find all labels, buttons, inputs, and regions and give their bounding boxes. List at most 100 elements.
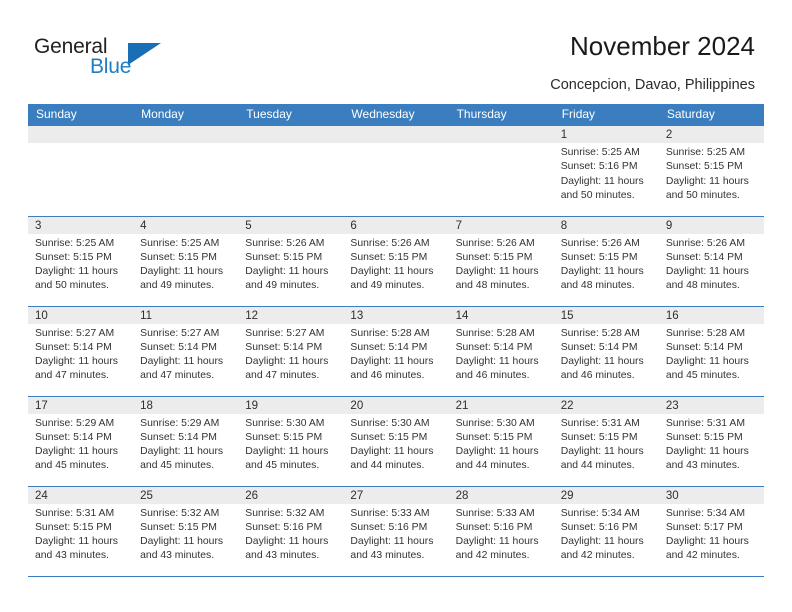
day-detail-line: and 43 minutes. xyxy=(350,550,425,562)
calendar-day: 26 Sunrise: 5:32 AM Sunset: 5:16 PM Dayligh… xyxy=(238,486,344,576)
day-detail-line: and 48 minutes. xyxy=(455,280,530,292)
day-detail-line: Sunset: 5:15 PM xyxy=(245,431,323,443)
day-detail-line: Daylight: 11 hours xyxy=(560,446,644,458)
calendar-day-cell[interactable]: 4 Sunrise: 5:25 AM Sunset: 5:15 PM Daylight… xyxy=(133,215,239,306)
calendar-day-cell[interactable]: 26 Sunrise: 5:32 AM Sunset: 5:16 PM Dayligh… xyxy=(238,485,344,577)
day-details: Sunrise: 5:27 AM Sunset: 5:14 PM Daylight:… xyxy=(238,324,343,384)
day-number: 30 xyxy=(658,486,764,504)
calendar-day-cell[interactable] xyxy=(448,126,554,216)
weekday-header-row: Sunday Monday Tuesday Wednesday Thursday… xyxy=(28,104,764,126)
day-number: 27 xyxy=(343,486,449,504)
calendar-day-cell[interactable]: 22 Sunrise: 5:31 AM Sunset: 5:15 PM Dayligh… xyxy=(553,395,659,486)
day-detail-line: Sunset: 5:15 PM xyxy=(140,521,217,533)
calendar-day: 1 Sunrise: 5:25 AM Sunset: 5:16 PM Daylight… xyxy=(553,126,659,215)
day-detail-line: Daylight: 11 hours xyxy=(35,446,118,458)
calendar-day-cell[interactable]: 29 Sunrise: 5:34 AM Sunset: 5:16 PM Dayligh… xyxy=(553,485,659,577)
calendar-day-empty xyxy=(343,126,449,215)
calendar-day-cell[interactable]: 17 Sunrise: 5:29 AM Sunset: 5:14 PM Dayligh… xyxy=(28,395,134,486)
day-number: 19 xyxy=(238,396,344,414)
day-number: 1 xyxy=(553,126,659,143)
day-detail-line: and 45 minutes. xyxy=(140,460,215,472)
day-detail-line: Daylight: 11 hours xyxy=(665,266,749,278)
calendar-day-cell[interactable]: 19 Sunrise: 5:30 AM Sunset: 5:15 PM Dayligh… xyxy=(238,395,344,486)
calendar-day-cell[interactable]: 7 Sunrise: 5:26 AM Sunset: 5:15 PM Daylight… xyxy=(448,215,554,306)
calendar-day-cell[interactable]: 20 Sunrise: 5:30 AM Sunset: 5:15 PM Dayligh… xyxy=(343,395,449,486)
calendar-table: Sunday Monday Tuesday Wednesday Thursday… xyxy=(28,104,764,577)
calendar-day-cell[interactable]: 27 Sunrise: 5:33 AM Sunset: 5:16 PM Dayligh… xyxy=(343,485,449,577)
calendar-day: 22 Sunrise: 5:31 AM Sunset: 5:15 PM Dayligh… xyxy=(553,396,659,486)
location-subtitle: Concepcion, Davao, Philippines xyxy=(550,77,755,93)
calendar-day: 2 Sunrise: 5:25 AM Sunset: 5:15 PM Daylight… xyxy=(658,126,764,215)
calendar-day-cell[interactable] xyxy=(28,126,134,216)
calendar-day-cell[interactable]: 16 Sunrise: 5:28 AM Sunset: 5:14 PM Dayligh… xyxy=(658,305,764,396)
day-detail-line: Sunrise: 5:27 AM xyxy=(245,327,325,339)
day-detail-line: Daylight: 11 hours xyxy=(140,536,224,548)
calendar-day-cell[interactable]: 23 Sunrise: 5:31 AM Sunset: 5:15 PM Dayligh… xyxy=(658,395,764,486)
day-detail-line: and 43 minutes. xyxy=(665,460,740,472)
calendar-day: 4 Sunrise: 5:25 AM Sunset: 5:15 PM Daylight… xyxy=(133,216,239,306)
day-detail-line: and 45 minutes. xyxy=(245,460,320,472)
calendar-day-cell[interactable]: 24 Sunrise: 5:31 AM Sunset: 5:15 PM Dayligh… xyxy=(28,485,134,577)
calendar-day-cell[interactable]: 6 Sunrise: 5:26 AM Sunset: 5:15 PM Daylight… xyxy=(343,215,449,306)
day-details: Sunrise: 5:30 AM Sunset: 5:15 PM Daylight:… xyxy=(238,414,343,474)
calendar-day-cell[interactable]: 2 Sunrise: 5:25 AM Sunset: 5:15 PM Daylight… xyxy=(658,126,764,216)
day-number: 20 xyxy=(343,396,449,414)
weekday-header-saturday: Saturday xyxy=(658,104,764,126)
day-number: 4 xyxy=(133,216,239,234)
calendar-body: 1 Sunrise: 5:25 AM Sunset: 5:16 PM Daylight… xyxy=(28,126,764,577)
day-details: Sunrise: 5:28 AM Sunset: 5:14 PM Daylight:… xyxy=(343,324,448,384)
day-detail-line: Sunrise: 5:32 AM xyxy=(140,507,220,519)
general-blue-logo[interactable]: General Blue xyxy=(34,36,184,86)
day-details: Sunrise: 5:31 AM Sunset: 5:15 PM Daylight:… xyxy=(659,414,764,474)
day-detail-line: Sunset: 5:14 PM xyxy=(35,431,112,443)
calendar-day-cell[interactable]: 30 Sunrise: 5:34 AM Sunset: 5:17 PM Dayligh… xyxy=(658,485,764,577)
day-detail-line: Sunrise: 5:31 AM xyxy=(560,417,640,429)
day-number: 16 xyxy=(658,306,764,324)
calendar-day-cell[interactable]: 28 Sunrise: 5:33 AM Sunset: 5:16 PM Dayligh… xyxy=(448,485,554,577)
day-detail-line: and 43 minutes. xyxy=(35,550,109,562)
calendar-day-cell[interactable]: 8 Sunrise: 5:26 AM Sunset: 5:15 PM Daylight… xyxy=(553,215,659,306)
day-detail-line: Daylight: 11 hours xyxy=(665,356,749,368)
calendar-week-row: 17 Sunrise: 5:29 AM Sunset: 5:14 PM Dayligh… xyxy=(28,395,764,486)
day-details: Sunrise: 5:30 AM Sunset: 5:15 PM Daylight:… xyxy=(449,414,554,474)
calendar-day-cell[interactable]: 15 Sunrise: 5:28 AM Sunset: 5:14 PM Dayligh… xyxy=(553,305,659,396)
day-detail-line: Sunrise: 5:30 AM xyxy=(245,417,325,429)
calendar-day: 27 Sunrise: 5:33 AM Sunset: 5:16 PM Dayligh… xyxy=(343,486,449,576)
day-detail-line: Sunset: 5:15 PM xyxy=(350,431,428,443)
calendar-day-cell[interactable]: 21 Sunrise: 5:30 AM Sunset: 5:15 PM Dayligh… xyxy=(448,395,554,486)
calendar-day-cell[interactable]: 13 Sunrise: 5:28 AM Sunset: 5:14 PM Dayligh… xyxy=(343,305,449,396)
day-details: Sunrise: 5:31 AM Sunset: 5:15 PM Daylight:… xyxy=(28,504,133,564)
day-detail-line: and 44 minutes. xyxy=(455,460,530,472)
calendar-day-cell[interactable]: 14 Sunrise: 5:28 AM Sunset: 5:14 PM Dayligh… xyxy=(448,305,554,396)
weekday-header-tuesday: Tuesday xyxy=(238,104,344,126)
day-number xyxy=(238,126,344,143)
day-detail-line: and 46 minutes. xyxy=(560,370,635,382)
calendar-day-cell[interactable]: 5 Sunrise: 5:26 AM Sunset: 5:15 PM Daylight… xyxy=(238,215,344,306)
day-detail-line: and 47 minutes. xyxy=(245,370,320,382)
calendar-day-cell[interactable]: 12 Sunrise: 5:27 AM Sunset: 5:14 PM Dayligh… xyxy=(238,305,344,396)
calendar-day-cell[interactable]: 1 Sunrise: 5:25 AM Sunset: 5:16 PM Daylight… xyxy=(553,126,659,216)
day-details: Sunrise: 5:26 AM Sunset: 5:15 PM Daylight:… xyxy=(238,234,343,294)
calendar-day: 29 Sunrise: 5:34 AM Sunset: 5:16 PM Dayligh… xyxy=(553,486,659,576)
calendar-day-cell[interactable]: 3 Sunrise: 5:25 AM Sunset: 5:15 PM Daylight… xyxy=(28,215,134,306)
day-number: 18 xyxy=(133,396,239,414)
day-detail-line: Sunrise: 5:28 AM xyxy=(665,327,745,339)
day-detail-line: Sunrise: 5:31 AM xyxy=(35,507,115,519)
calendar-day-cell[interactable] xyxy=(133,126,239,216)
calendar-day-cell[interactable] xyxy=(238,126,344,216)
day-detail-line: Sunset: 5:16 PM xyxy=(560,521,638,533)
day-number: 13 xyxy=(343,306,449,324)
day-number: 15 xyxy=(553,306,659,324)
day-detail-line: Sunset: 5:14 PM xyxy=(665,341,743,353)
triangle-icon xyxy=(128,43,161,65)
calendar-day-cell[interactable]: 9 Sunrise: 5:26 AM Sunset: 5:14 PM Daylight… xyxy=(658,215,764,306)
calendar-day-cell[interactable] xyxy=(343,126,449,216)
calendar-page: General Blue November 2024 Concepcion, D… xyxy=(0,0,792,612)
calendar-day-cell[interactable]: 11 Sunrise: 5:27 AM Sunset: 5:14 PM Dayligh… xyxy=(133,305,239,396)
day-details xyxy=(28,143,133,146)
day-detail-line: Sunset: 5:16 PM xyxy=(560,161,638,173)
calendar-day-cell[interactable]: 18 Sunrise: 5:29 AM Sunset: 5:14 PM Dayligh… xyxy=(133,395,239,486)
day-detail-line: Daylight: 11 hours xyxy=(245,536,329,548)
calendar-day-cell[interactable]: 10 Sunrise: 5:27 AM Sunset: 5:14 PM Dayligh… xyxy=(28,305,134,396)
calendar-day-cell[interactable]: 25 Sunrise: 5:32 AM Sunset: 5:15 PM Dayligh… xyxy=(133,485,239,577)
